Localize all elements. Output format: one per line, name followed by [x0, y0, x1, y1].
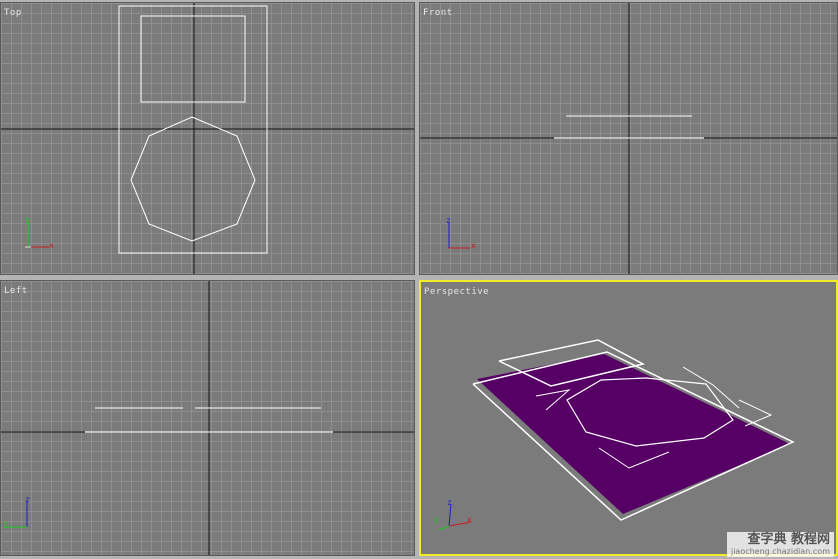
left-view-scene	[1, 281, 414, 555]
watermark-title: 查字典 教程网	[747, 532, 830, 547]
top-view-scene	[1, 3, 414, 274]
perspective-scene	[472, 339, 795, 521]
viewport-front[interactable]: Front z x	[419, 2, 838, 275]
gizmo-y-label: y	[434, 515, 439, 524]
gizmo-y-label: y	[25, 215, 30, 224]
gizmo-z-label: z	[446, 216, 451, 225]
front-view-scene	[420, 3, 837, 274]
octagon-shape	[130, 116, 256, 242]
viewport-top[interactable]: Top y x	[0, 2, 415, 275]
viewport-label-front[interactable]: Front	[423, 8, 453, 18]
watermark-url: jiaocheng.chazidian.com	[730, 547, 830, 556]
site-watermark: 查字典 教程网 jiaocheng.chazidian.com	[726, 532, 834, 557]
viewport-perspective[interactable]: Perspective z x y	[419, 280, 838, 556]
viewport-left[interactable]: Left z y	[0, 280, 415, 556]
gizmo-y-label: y	[3, 519, 8, 528]
inner-rectangle	[140, 15, 246, 103]
gizmo-z-label: z	[447, 498, 452, 507]
gizmo-z-label: z	[25, 495, 30, 504]
viewport-label-left[interactable]: Left	[4, 286, 28, 296]
viewport-label-top[interactable]: Top	[4, 8, 22, 18]
gizmo-x-label: x	[49, 241, 54, 250]
viewport-label-perspective[interactable]: Perspective	[424, 287, 489, 297]
gizmo-x-label: x	[467, 515, 472, 524]
gizmo-x-label: x	[471, 241, 476, 250]
